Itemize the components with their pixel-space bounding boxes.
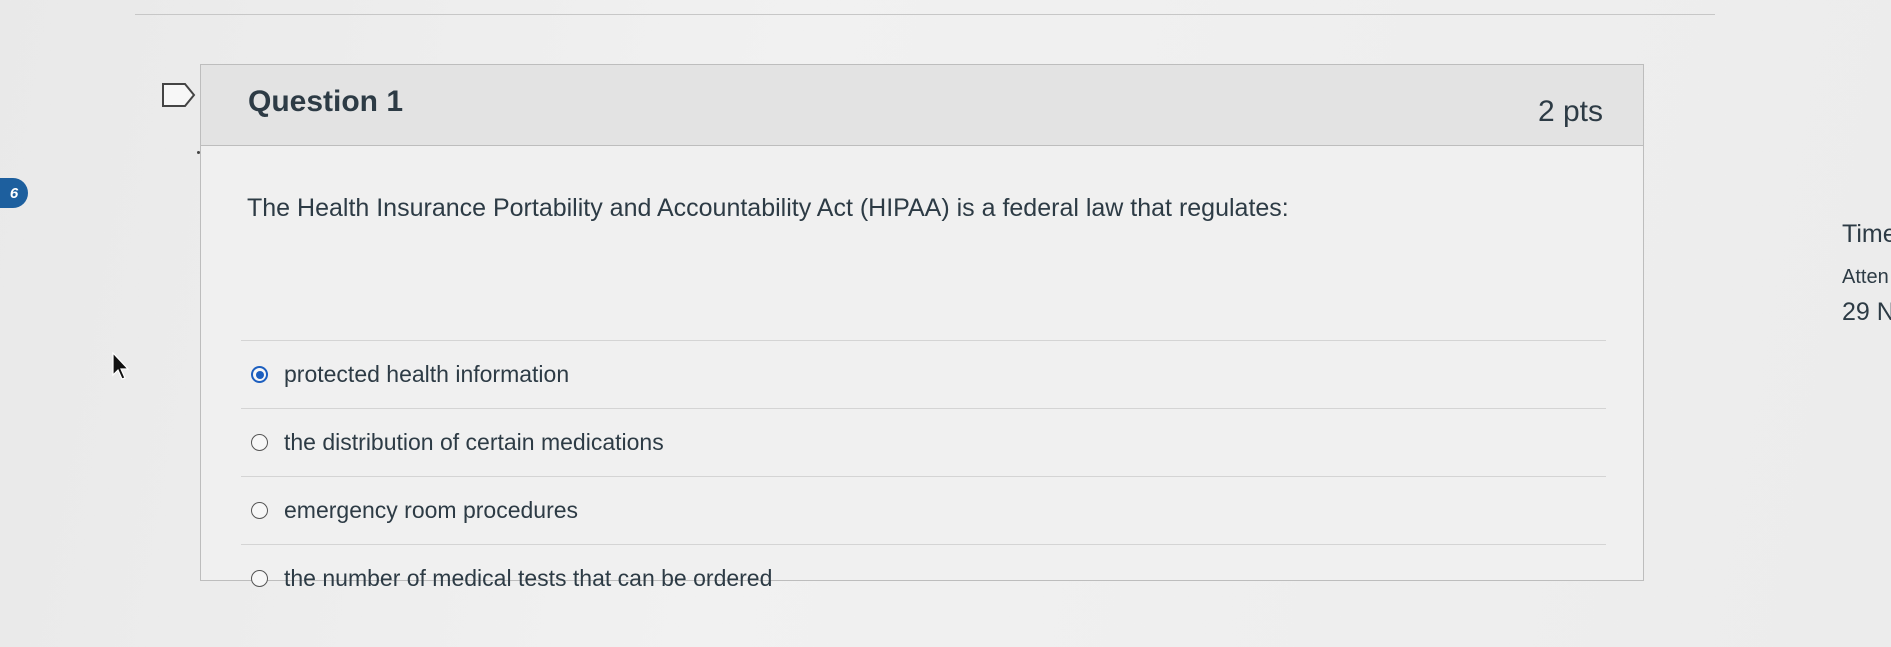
radio-button[interactable] [251, 434, 268, 451]
question-text: The Health Insurance Portability and Acc… [247, 194, 1289, 222]
question-card: Question 1 2 pts The Health Insurance Po… [200, 64, 1644, 591]
answer-label[interactable]: emergency room procedures [284, 497, 578, 524]
question-points: 2 pts [1537, 95, 1603, 128]
question-nav-badge-number: 6 [9, 184, 19, 202]
top-divider [135, 14, 1715, 15]
answer-label[interactable]: protected health information [284, 361, 569, 388]
question-body: The Health Insurance Portability and Acc… [201, 146, 1643, 591]
sidebar-time-label: Time [1842, 220, 1891, 248]
answer-label[interactable]: the number of medical tests that can be … [284, 565, 772, 592]
flag-icon[interactable] [161, 82, 197, 108]
sidebar-attempt-label: Atten [1842, 266, 1889, 288]
answer-option[interactable]: protected health information [241, 340, 1606, 408]
answer-option[interactable]: the distribution of certain medications [241, 408, 1606, 476]
question-title: Question 1 [248, 85, 404, 118]
question-header: Question 1 2 pts [201, 65, 1643, 146]
radio-button[interactable] [251, 570, 268, 587]
radio-button[interactable] [251, 502, 268, 519]
cursor-icon [112, 351, 130, 380]
radio-button-selected[interactable] [251, 366, 268, 383]
answer-list: protected health information the distrib… [241, 340, 1606, 612]
answer-option[interactable]: the number of medical tests that can be … [241, 544, 1606, 612]
sidebar-date-text: 29 N [1842, 298, 1891, 326]
answer-option[interactable]: emergency room procedures [241, 476, 1606, 544]
answer-label[interactable]: the distribution of certain medications [284, 429, 664, 456]
question-nav-badge[interactable]: 6 [0, 178, 28, 208]
